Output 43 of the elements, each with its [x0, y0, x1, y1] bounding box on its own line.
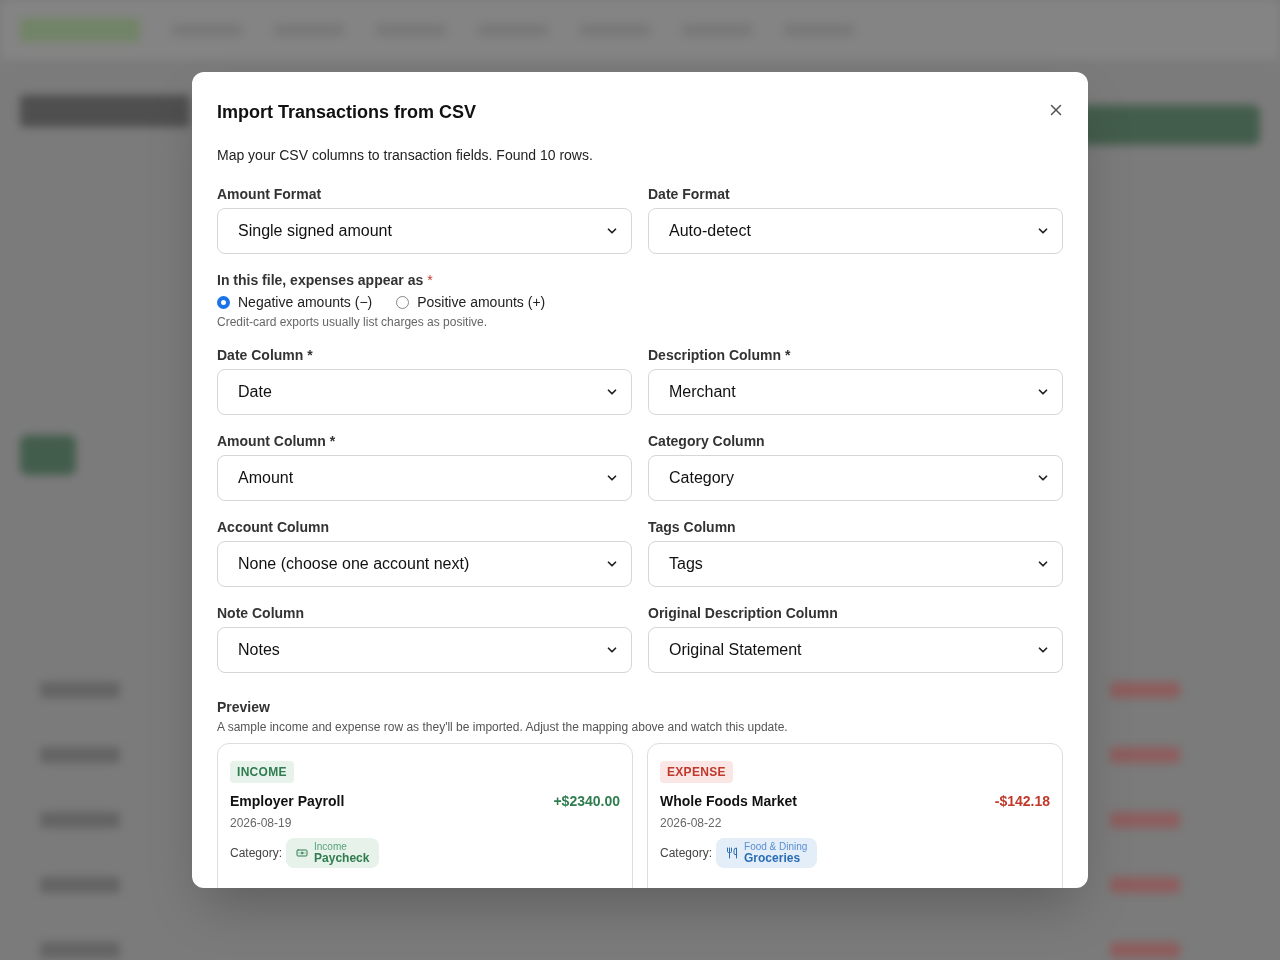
preview-heading: Preview	[217, 699, 271, 715]
select-field[interactable]: Category	[648, 455, 1063, 501]
select-field[interactable]: None (choose one account next)	[217, 541, 632, 587]
dialog-title: Import Transactions from CSV	[217, 101, 477, 124]
select-field[interactable]: Single signed amount	[217, 208, 632, 254]
field-label: Tags Column	[648, 519, 737, 535]
transaction-date: 2026-08-22	[660, 816, 722, 830]
hint-text: Credit-card exports usually list charges as positive.	[217, 315, 489, 329]
type-badge: EXPENSE	[660, 761, 733, 783]
transaction-amount: -$142.18	[994, 793, 1050, 809]
question-label: In this file, expenses appear as	[217, 272, 424, 288]
category-chip: Income Paycheck	[286, 838, 380, 869]
field-label: Category Column	[648, 433, 766, 449]
transaction-amount: +$2340.00	[553, 793, 620, 809]
category-label: Category:	[230, 845, 283, 863]
field-label: Account Column	[217, 519, 330, 535]
select-field[interactable]: Merchant	[648, 369, 1063, 415]
category-icon	[296, 847, 309, 860]
field-label: Date Column *	[217, 347, 314, 363]
radio-option[interactable]: Negative amounts (−)	[217, 293, 373, 311]
field-label: Original Description Column	[648, 605, 839, 621]
field-label: Amount Column *	[217, 433, 337, 449]
field-label: Note Column	[217, 605, 306, 621]
radio-option[interactable]: Positive amounts (+)	[396, 293, 546, 311]
select-field[interactable]: Date	[217, 369, 632, 415]
category-label: Category:	[660, 845, 713, 863]
select-field[interactable]: Tags	[648, 541, 1063, 587]
field-label: Amount Format	[217, 186, 323, 202]
type-badge: INCOME	[230, 761, 294, 783]
required-mark: *	[427, 272, 433, 288]
field-label: Date Format	[648, 186, 731, 202]
select-field[interactable]: Amount	[217, 455, 632, 501]
dialog-description: Map your CSV columns to transaction fields. Found 10 rows.	[217, 146, 594, 165]
select-field[interactable]: Original Statement	[648, 627, 1063, 673]
transaction-name: Employer Payroll	[230, 793, 345, 809]
select-field[interactable]: Auto-detect	[648, 208, 1063, 254]
preview-description: A sample income and expense row as they'll be imported. Adjust the mapping above and watch this update.	[217, 720, 789, 734]
field-label: Description Column *	[648, 347, 792, 363]
transaction-name: Whole Foods Market	[660, 793, 797, 809]
category-chip: Food & Dining Groceries	[716, 838, 818, 869]
category-icon	[726, 847, 739, 860]
transaction-date: 2026-08-19	[230, 816, 292, 830]
select-field[interactable]: Notes	[217, 627, 632, 673]
